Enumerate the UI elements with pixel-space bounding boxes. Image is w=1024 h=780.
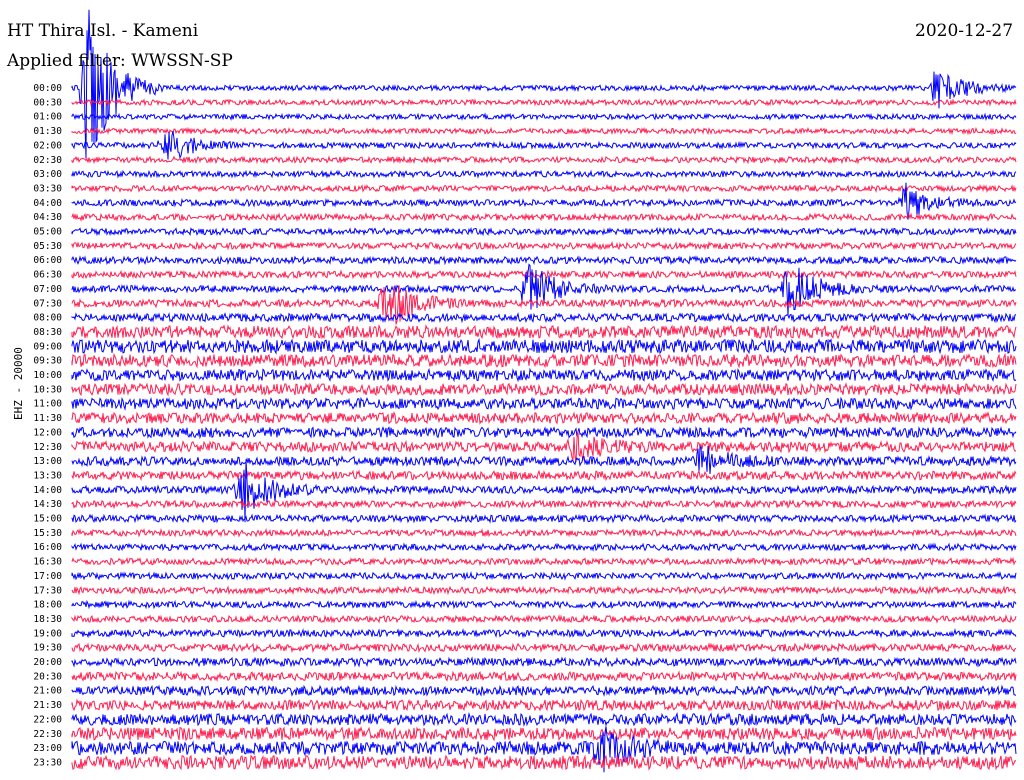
- time-tick-label: 19:30: [33, 643, 62, 654]
- seismogram-trace: [71, 337, 1017, 355]
- time-tick-label: 13:30: [33, 470, 62, 481]
- seismogram-trace: [71, 628, 1017, 639]
- seismogram-trace: [71, 352, 1017, 369]
- time-tick-label: 02:00: [33, 140, 62, 151]
- time-tick-label: 06:30: [33, 270, 62, 281]
- time-tick-label: 00:00: [33, 83, 62, 94]
- date-label: 2020-12-27: [915, 21, 1014, 41]
- seismogram-trace: [71, 212, 1017, 223]
- seismogram-trace: [71, 425, 1017, 440]
- seismogram-trace: [71, 599, 1017, 610]
- time-tick-label: 23:00: [33, 743, 62, 754]
- seismogram-trace: [71, 367, 1017, 383]
- seismogram-trace: [71, 169, 1017, 179]
- time-tick-label: 11:00: [33, 399, 62, 410]
- seismogram-trace: [71, 183, 1017, 194]
- seismogram-trace: [71, 670, 1017, 683]
- seismogram-trace: [71, 556, 1017, 567]
- seismogram-trace: [71, 754, 1017, 771]
- seismogram-trace: [71, 656, 1017, 668]
- time-tick-label: 21:30: [33, 700, 62, 711]
- channel-label: EHZ - 20000: [12, 347, 25, 420]
- seismogram-trace: [71, 469, 1017, 482]
- time-tick-label: 11:30: [33, 413, 62, 424]
- time-tick-label: 15:30: [33, 528, 62, 539]
- station-title: HT Thira Isl. - Kameni: [7, 21, 199, 41]
- time-tick-label: 13:00: [33, 456, 62, 467]
- time-tick-label: 16:30: [33, 557, 62, 568]
- time-tick-label: 08:30: [33, 327, 62, 338]
- seismogram-trace: [71, 269, 1017, 280]
- seismogram-trace: [71, 613, 1017, 625]
- seismogram-trace: [71, 726, 1017, 742]
- time-tick-label: 17:30: [33, 585, 62, 596]
- seismogram-trace: [71, 155, 1017, 165]
- time-tick-label: 03:30: [33, 183, 62, 194]
- time-tick-label: 07:00: [33, 284, 62, 295]
- seismogram-trace: [71, 9, 1017, 159]
- time-tick-label: 22:00: [33, 714, 62, 725]
- time-tick-label: 21:00: [33, 686, 62, 697]
- time-tick-label: 17:00: [33, 571, 62, 582]
- seismogram-trace: [71, 226, 1017, 237]
- seismogram-trace: [71, 410, 1017, 426]
- time-tick-label: 16:00: [33, 542, 62, 553]
- time-tick-label: 10:30: [33, 384, 62, 395]
- seismogram-trace: [71, 131, 1017, 160]
- time-tick-label: 05:00: [33, 227, 62, 238]
- time-tick-label: 12:00: [33, 427, 62, 438]
- seismogram-trace: [71, 642, 1017, 654]
- time-tick-label: 06:00: [33, 255, 62, 266]
- time-tick-label: 01:00: [33, 112, 62, 123]
- seismogram-trace: [71, 684, 1017, 698]
- time-tick-label: 14:00: [33, 485, 62, 496]
- time-tick-label: 15:00: [33, 514, 62, 525]
- time-tick-label: 09:30: [33, 356, 62, 367]
- seismogram-trace: [71, 459, 1017, 523]
- time-tick-label: 04:30: [33, 212, 62, 223]
- seismogram-trace: [71, 240, 1017, 251]
- seismogram-trace: [71, 542, 1017, 553]
- time-tick-label: 12:30: [33, 442, 62, 453]
- seismogram-trace: [71, 98, 1017, 107]
- helicorder-plot: 00:00 00:30 01:00 01:30 02:00 02:30 03:00 03:30…: [33, 9, 1017, 773]
- time-tick-label: 20:00: [33, 657, 62, 668]
- seismogram-trace: [71, 513, 1017, 524]
- time-tick-label: 10:00: [33, 370, 62, 381]
- seismogram-trace: [71, 527, 1017, 538]
- time-tick-label: 08:00: [33, 313, 62, 324]
- time-tick-label: 19:00: [33, 628, 62, 639]
- time-tick-label: 07:30: [33, 298, 62, 309]
- time-tick-label: 22:30: [33, 729, 62, 740]
- time-tick-label: 14:30: [33, 499, 62, 510]
- seismogram-trace: [71, 711, 1017, 727]
- seismogram-trace: [71, 324, 1017, 340]
- time-tick-label: 18:30: [33, 614, 62, 625]
- seismogram-trace: [71, 382, 1017, 397]
- time-tick-label: 04:00: [33, 198, 62, 209]
- seismogram-trace: [71, 585, 1017, 596]
- seismogram-trace: [71, 445, 1017, 475]
- time-tick-label: 02:30: [33, 155, 62, 166]
- time-tick-label: 03:00: [33, 169, 62, 180]
- seismogram-trace: [71, 126, 1017, 136]
- time-tick-label: 23:30: [33, 757, 62, 768]
- seismogram-trace: [71, 698, 1017, 712]
- time-tick-label: 05:30: [33, 241, 62, 252]
- seismogram-trace: [71, 112, 1017, 122]
- seismogram-trace: [71, 498, 1017, 510]
- seismogram-trace: [71, 570, 1017, 581]
- time-tick-label: 00:30: [33, 97, 62, 108]
- filter-label: Applied filter: WWSSN-SP: [7, 51, 233, 71]
- time-tick-label: 09:00: [33, 341, 62, 352]
- seismogram-trace: [71, 255, 1017, 266]
- time-tick-label: 18:00: [33, 600, 62, 611]
- seismogram-trace: [71, 311, 1017, 324]
- seismogram-trace: [71, 396, 1017, 411]
- time-tick-label: 20:30: [33, 671, 62, 682]
- time-tick-label: 01:30: [33, 126, 62, 137]
